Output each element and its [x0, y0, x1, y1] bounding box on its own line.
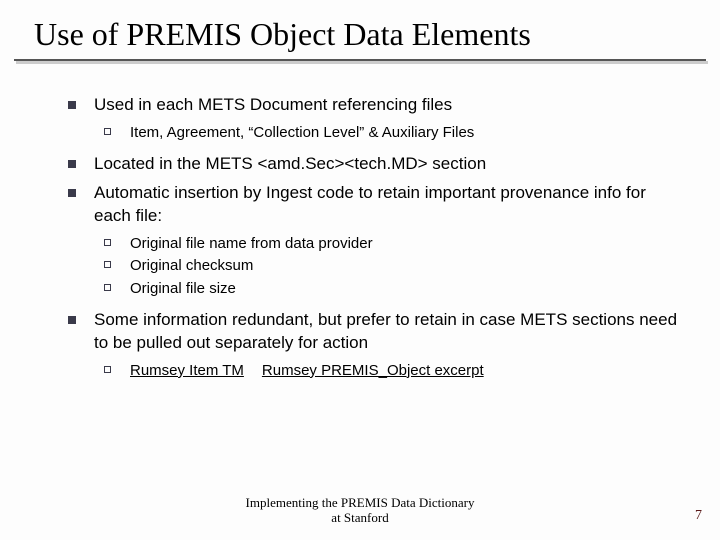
square-bullet-icon: [68, 189, 76, 197]
bullet-1-text: Used in each METS Document referencing f…: [94, 95, 452, 114]
footer: Implementing the PREMIS Data Dictionary …: [0, 495, 720, 526]
hollow-square-bullet-icon: [104, 284, 111, 291]
bullet-3-sub-3: Original file size: [60, 279, 680, 299]
hollow-square-bullet-icon: [104, 261, 111, 268]
bullet-4-links: Rumsey Item TM Rumsey PREMIS_Object excer…: [60, 361, 680, 381]
bullet-1: Used in each METS Document referencing f…: [60, 94, 680, 117]
slide-body: Used in each METS Document referencing f…: [0, 64, 720, 381]
bullet-3-sub-2: Original checksum: [60, 256, 680, 276]
bullet-3-sub-1-text: Original file name from data provider: [130, 235, 373, 252]
bullet-4: Some information redundant, but prefer t…: [60, 309, 680, 355]
bullet-3-sub-3-text: Original file size: [130, 280, 236, 297]
slide-title: Use of PREMIS Object Data Elements: [34, 16, 686, 53]
bullet-3: Automatic insertion by Ingest code to re…: [60, 182, 680, 228]
link-rumsey-item-tm[interactable]: Rumsey Item TM: [130, 362, 244, 379]
hollow-square-bullet-icon: [104, 239, 111, 246]
hollow-square-bullet-icon: [104, 128, 111, 135]
bullet-1-sub-1: Item, Agreement, “Collection Level” & Au…: [60, 123, 680, 143]
bullet-3-text: Automatic insertion by Ingest code to re…: [94, 183, 646, 225]
hollow-square-bullet-icon: [104, 366, 111, 373]
bullet-1-sub-1-text: Item, Agreement, “Collection Level” & Au…: [130, 124, 474, 141]
square-bullet-icon: [68, 160, 76, 168]
bullet-3-sub-2-text: Original checksum: [130, 257, 253, 274]
footer-line-1: Implementing the PREMIS Data Dictionary: [0, 495, 720, 511]
bullet-3-sub-1: Original file name from data provider: [60, 234, 680, 254]
page-number: 7: [695, 508, 702, 524]
square-bullet-icon: [68, 101, 76, 109]
square-bullet-icon: [68, 316, 76, 324]
bullet-2: Located in the METS <amd.Sec><tech.MD> s…: [60, 153, 680, 176]
bullet-4-text: Some information redundant, but prefer t…: [94, 310, 677, 352]
footer-line-2: at Stanford: [0, 510, 720, 526]
link-rumsey-premis-object[interactable]: Rumsey PREMIS_Object excerpt: [262, 362, 484, 379]
bullet-2-text: Located in the METS <amd.Sec><tech.MD> s…: [94, 154, 486, 173]
